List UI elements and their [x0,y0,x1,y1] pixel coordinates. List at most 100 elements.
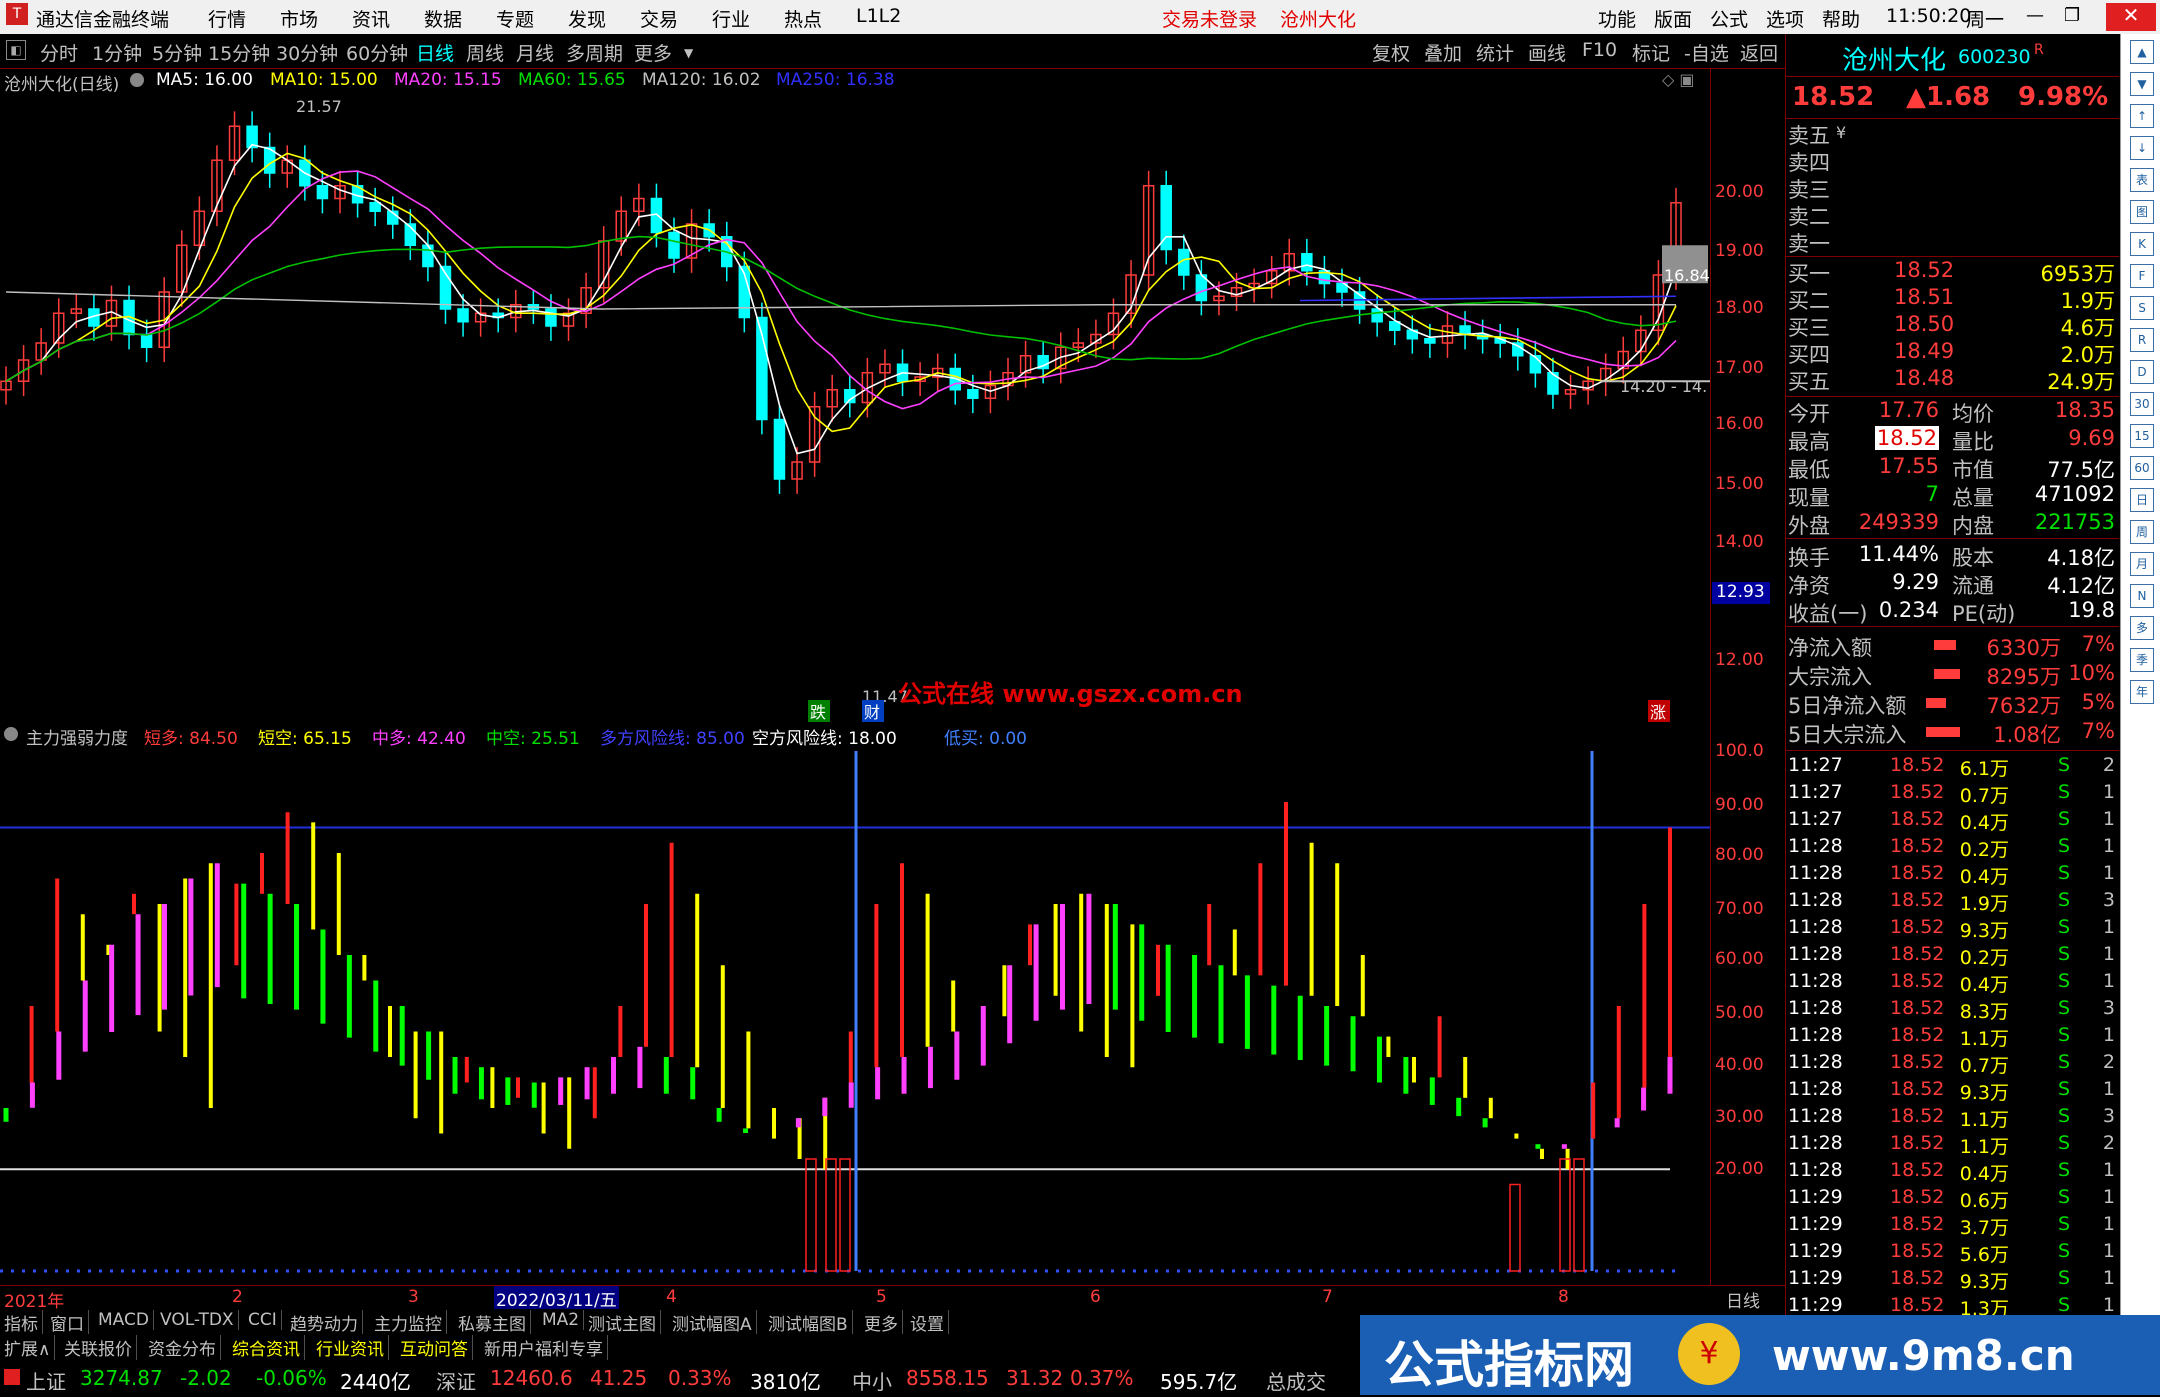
menu-quote[interactable]: 行情 [208,5,246,32]
bid-price: 18.48 [1894,366,1955,390]
tab-news[interactable]: 综合资讯 [228,1335,305,1360]
menu-topic[interactable]: 专题 [496,5,534,32]
indicator-canvas[interactable] [0,723,1710,1285]
side-tool-icon[interactable]: 周 [2130,520,2154,544]
sell4-label: 卖四 [1788,151,1830,175]
tool-stats[interactable]: 统计 [1476,39,1514,66]
period-tab[interactable]: 多周期 [566,39,623,66]
period-tab[interactable]: 1分钟 [92,39,142,66]
bid-row[interactable]: 买二 18.51 1.9万 [1786,285,2119,313]
period-tab[interactable]: 5分钟 [152,39,202,66]
bid-row[interactable]: 买三 18.50 4.6万 [1786,312,2119,340]
sh-name[interactable]: 上证 [26,1366,66,1395]
side-tool-icon[interactable]: K [2130,232,2154,256]
tool-remove-watch[interactable]: -自选 [1684,39,1729,66]
menu-function[interactable]: 功能 [1598,5,1636,32]
period-tab[interactable]: 15分钟 [208,39,270,66]
side-tool-icon[interactable]: F [2130,264,2154,288]
side-tool-icon[interactable]: 月 [2130,552,2154,576]
side-tool-icon[interactable]: 季 [2130,648,2154,672]
menu-data[interactable]: 数据 [424,5,462,32]
side-tool-icon[interactable]: 图 [2130,200,2154,224]
period-tab[interactable]: 分时 [40,39,78,66]
tab-monitor[interactable]: 主力监控 [370,1310,447,1335]
side-tool-icon[interactable]: 表 [2130,168,2154,192]
period-tab[interactable]: 月线 [516,39,554,66]
period-tab[interactable]: 60分钟 [346,39,408,66]
indicator-chart[interactable] [0,723,1710,1285]
tool-fuquan[interactable]: 复权 [1372,39,1410,66]
tool-draw[interactable]: 画线 [1528,39,1566,66]
restore-icon[interactable]: ❐ [2064,5,2080,26]
tab-industry-news[interactable]: 行业资讯 [312,1335,389,1360]
tab-newuser[interactable]: 新用户福利专享 [480,1335,608,1360]
menu-market[interactable]: 市场 [280,5,318,32]
minimize-icon[interactable]: — [2026,5,2044,26]
sz-name[interactable]: 深证 [436,1366,476,1395]
tab-trend[interactable]: 趋势动力 [286,1310,363,1335]
side-tool-icon[interactable]: ↓ [2130,136,2154,160]
menu-discover[interactable]: 发现 [568,5,606,32]
side-tool-icon[interactable]: ▲ [2130,40,2154,64]
kline-chart[interactable]: 16.84 14.20 - 14. 21.57 11.47 公式在线 www.gszx.… [0,68,1710,723]
menu-hot[interactable]: 热点 [784,5,822,32]
side-tool-icon[interactable]: 多 [2130,616,2154,640]
menu-help[interactable]: 帮助 [1822,5,1860,32]
side-tool-icon[interactable]: 年 [2130,680,2154,704]
tab-window[interactable]: 窗口 [46,1310,89,1335]
tool-back[interactable]: 返回 [1740,39,1778,66]
tab-test-b[interactable]: 测试幅图B [764,1310,853,1335]
tab-cci[interactable]: CCI [244,1310,282,1330]
tab-test-a[interactable]: 测试幅图A [668,1310,757,1335]
tab-indicator[interactable]: 指标 [0,1310,43,1335]
bid-row[interactable]: 买五 18.48 24.9万 [1786,366,2119,394]
chevron-down-icon[interactable]: ▼ [684,46,693,60]
sz-amount: 3810亿 [750,1370,821,1394]
side-tool-icon[interactable]: 15 [2130,424,2154,448]
side-tool-icon[interactable]: N [2130,584,2154,608]
menu-formula[interactable]: 公式 [1710,5,1748,32]
period-tab-active[interactable]: 日线 [416,39,454,66]
tab-private[interactable]: 私募主图 [454,1310,531,1335]
zx-name[interactable]: 中小 [852,1366,892,1395]
tab-more[interactable]: 更多 [860,1310,903,1335]
side-tool-icon[interactable]: S [2130,296,2154,320]
tool-overlay[interactable]: 叠加 [1424,39,1462,66]
menu-l1l2[interactable]: L1L2 [856,5,901,27]
menu-layout[interactable]: 版面 [1654,5,1692,32]
toggle-panel-icon[interactable]: ◧ [6,40,26,60]
tool-mark[interactable]: 标记 [1632,39,1670,66]
tab-capital[interactable]: 资金分布 [144,1335,221,1360]
bid-row[interactable]: 买一 18.52 6953万 [1786,258,2119,286]
trade-status[interactable]: 交易未登录 [1162,5,1257,32]
tab-related[interactable]: 关联报价 [60,1335,137,1360]
flow-pct: 7% [2081,719,2115,743]
side-tool-icon[interactable]: ↑ [2130,104,2154,128]
close-icon[interactable]: ✕ [2106,3,2156,31]
bid-row[interactable]: 买四 18.49 2.0万 [1786,339,2119,367]
menu-industry[interactable]: 行业 [712,5,750,32]
tab-settings[interactable]: 设置 [906,1310,949,1335]
tool-f10[interactable]: F10 [1582,39,1617,61]
tab-expand[interactable]: 扩展∧ [0,1335,56,1360]
side-tool-icon[interactable]: 60 [2130,456,2154,480]
tab-vol-tdx[interactable]: VOL-TDX [156,1310,239,1330]
menu-options[interactable]: 选项 [1766,5,1804,32]
period-tab-more[interactable]: 更多 [634,39,672,66]
side-tool-icon[interactable]: D [2130,360,2154,384]
tick-side: S [2058,970,2071,992]
kline-canvas[interactable]: 16.8414.20 - 14.21.5711.47公式在线 www.gszx.… [0,68,1710,723]
side-tool-icon[interactable]: ▼ [2130,72,2154,96]
bid-volume: 6953万 [2040,262,2115,286]
side-tool-icon[interactable]: 30 [2130,392,2154,416]
period-tab[interactable]: 周线 [466,39,504,66]
menu-news[interactable]: 资讯 [352,5,390,32]
tab-test-main[interactable]: 测试主图 [584,1310,661,1335]
tab-macd[interactable]: MACD [94,1310,154,1330]
tab-qa[interactable]: 互动问答 [396,1335,473,1360]
side-tool-icon[interactable]: R [2130,328,2154,352]
period-tab[interactable]: 30分钟 [276,39,338,66]
side-tool-icon[interactable]: 日 [2130,488,2154,512]
menu-trade[interactable]: 交易 [640,5,678,32]
tab-ma2[interactable]: MA2 [538,1310,585,1330]
